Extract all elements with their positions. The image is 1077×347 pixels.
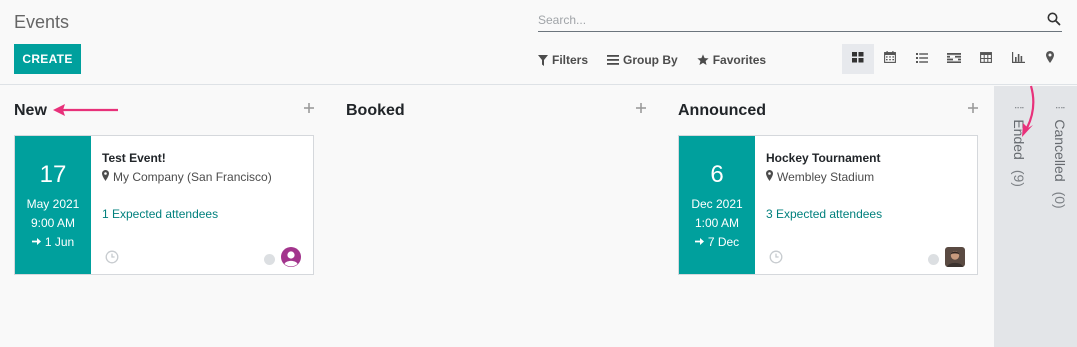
folded-column-label: ⁞ Cancelled (0) bbox=[1052, 106, 1068, 209]
create-button[interactable]: CREATE bbox=[14, 44, 81, 74]
list-view-icon bbox=[916, 50, 928, 68]
event-day: 17 bbox=[39, 161, 67, 188]
event-name: Test Event! bbox=[102, 151, 166, 165]
column-add-button[interactable] bbox=[304, 100, 314, 118]
clock-icon[interactable] bbox=[105, 250, 119, 264]
event-month-year: May 2021 bbox=[26, 197, 80, 211]
column-title: New bbox=[14, 102, 47, 119]
column-title: Booked bbox=[346, 102, 405, 119]
event-date-block: 6 Dec 2021 1:00 AM 7 Dec bbox=[679, 136, 755, 274]
map-view-icon bbox=[1046, 50, 1054, 68]
event-location: My Company (San Francisco) bbox=[102, 170, 272, 184]
arrow-right-icon bbox=[694, 235, 704, 249]
view-switcher bbox=[842, 44, 1066, 74]
favorites-label: Favorites bbox=[712, 53, 767, 67]
list-view-button[interactable] bbox=[906, 44, 938, 74]
pivot-view-button[interactable] bbox=[970, 44, 1002, 74]
search-icon[interactable] bbox=[1047, 12, 1061, 26]
event-card[interactable]: 6 Dec 2021 1:00 AM 7 Dec Hockey Tourname… bbox=[678, 135, 978, 275]
event-location-label: My Company (San Francisco) bbox=[113, 170, 272, 184]
page-title: Events bbox=[14, 12, 70, 32]
kanban-folded-column-ended[interactable]: ⁞ Ended (9) bbox=[994, 86, 1035, 347]
map-marker-icon bbox=[102, 170, 109, 184]
event-time: 9:00 AM bbox=[30, 216, 76, 230]
gantt-view-icon bbox=[947, 50, 961, 68]
event-date-block: 17 May 2021 9:00 AM 1 Jun bbox=[15, 136, 91, 274]
column-add-button[interactable] bbox=[968, 100, 978, 118]
clock-icon[interactable] bbox=[769, 250, 783, 264]
plus-icon bbox=[304, 100, 314, 117]
pivot-view-icon bbox=[980, 50, 992, 68]
graph-view-icon bbox=[1011, 50, 1025, 68]
fold-handle-icon: ⁞ bbox=[1053, 106, 1067, 110]
map-marker-icon bbox=[766, 170, 773, 184]
filters-label: Filters bbox=[552, 53, 589, 67]
group-by-dropdown[interactable]: Group By bbox=[607, 53, 678, 67]
column-title: Announced bbox=[678, 102, 766, 119]
star-icon bbox=[697, 54, 709, 66]
plus-icon bbox=[968, 100, 978, 117]
filters-dropdown[interactable]: Filters bbox=[538, 53, 588, 67]
folded-column-label: ⁞ Ended (9) bbox=[1011, 106, 1027, 187]
event-month-year: Dec 2021 bbox=[691, 197, 743, 211]
search-input[interactable] bbox=[538, 10, 1038, 30]
event-time: 1:00 AM bbox=[694, 216, 740, 230]
event-day: 6 bbox=[710, 161, 724, 188]
column-title: Ended bbox=[1011, 119, 1027, 160]
gantt-view-button[interactable] bbox=[938, 44, 970, 74]
column-title: Cancelled bbox=[1052, 119, 1068, 182]
kanban-view-button[interactable] bbox=[842, 44, 874, 74]
expected-attendees-link[interactable]: 1 Expected attendees bbox=[102, 207, 218, 221]
graph-view-button[interactable] bbox=[1002, 44, 1034, 74]
filter-icon bbox=[538, 54, 548, 66]
event-end-date: 7 Dec bbox=[679, 235, 755, 249]
kanban-folded-column-cancelled[interactable]: ⁞ Cancelled (0) bbox=[1035, 86, 1077, 347]
kanban-state-icon[interactable] bbox=[928, 254, 939, 265]
kanban-state-icon[interactable] bbox=[264, 254, 275, 265]
event-location: Wembley Stadium bbox=[766, 170, 874, 184]
favorites-dropdown[interactable]: Favorites bbox=[697, 53, 766, 67]
expected-attendees-link[interactable]: 3 Expected attendees bbox=[766, 207, 882, 221]
event-card[interactable]: 17 May 2021 9:00 AM 1 Jun Test Event! My… bbox=[14, 135, 314, 275]
event-end-date: 1 Jun bbox=[15, 235, 91, 249]
kanban-view-icon bbox=[852, 50, 864, 68]
search-options: Filters Group By Favorites bbox=[538, 51, 766, 69]
calendar-view-icon bbox=[884, 50, 896, 68]
calendar-view-button[interactable] bbox=[874, 44, 906, 74]
bars-icon bbox=[607, 55, 620, 65]
event-end-label: 7 Dec bbox=[707, 235, 740, 249]
fold-handle-icon: ⁞ bbox=[1012, 106, 1026, 110]
event-end-label: 1 Jun bbox=[44, 235, 75, 249]
avatar bbox=[945, 247, 965, 267]
map-view-button[interactable] bbox=[1034, 44, 1066, 74]
column-count: (9) bbox=[1011, 169, 1027, 187]
event-name: Hockey Tournament bbox=[766, 151, 881, 165]
event-location-label: Wembley Stadium bbox=[777, 170, 875, 184]
group-by-label: Group By bbox=[623, 53, 678, 67]
control-panel: Events CREATE Filters Group By Favorites bbox=[0, 0, 1077, 85]
kanban-board: New 17 May 2021 9:00 AM 1 Jun Test Event… bbox=[0, 86, 1077, 347]
column-count: (0) bbox=[1052, 191, 1068, 209]
avatar bbox=[281, 247, 301, 267]
search-bar bbox=[538, 8, 1062, 32]
arrow-right-icon bbox=[31, 235, 41, 249]
plus-icon bbox=[636, 100, 646, 117]
column-add-button[interactable] bbox=[636, 100, 646, 118]
